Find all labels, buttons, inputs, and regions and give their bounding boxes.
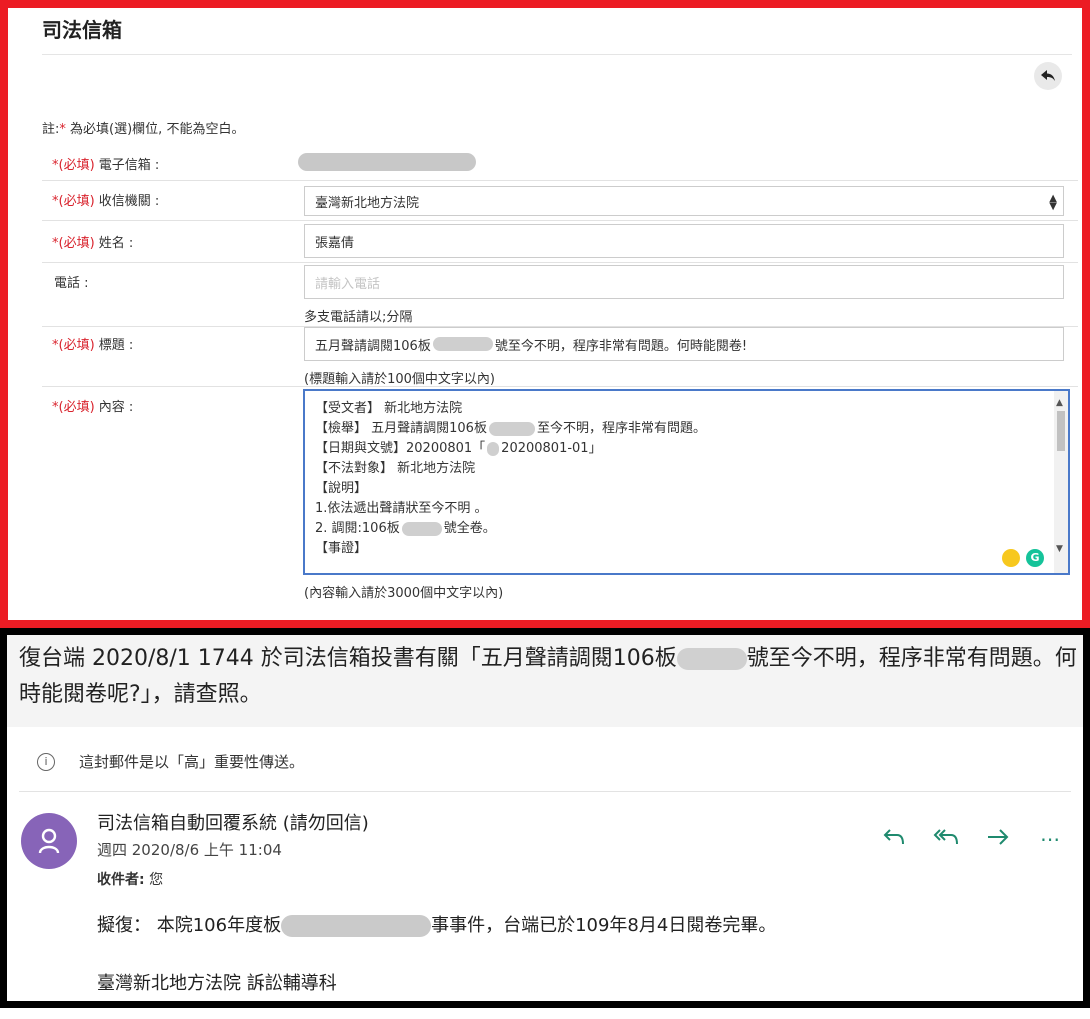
name-input[interactable]: 張嘉倩 bbox=[304, 224, 1064, 258]
reply-email: 復台端 2020/8/1 1744 於司法信箱投書有關「五月聲請調閱106板 號至… bbox=[0, 628, 1090, 1008]
note-star: * bbox=[59, 122, 66, 137]
content-line: 【不法對象】 新北地方法院 bbox=[315, 461, 476, 476]
reply-all-button[interactable] bbox=[931, 827, 961, 852]
forward-button[interactable] bbox=[983, 827, 1013, 852]
select-arrows-icon: ▲ ▼ bbox=[1049, 193, 1057, 212]
redacted-text bbox=[432, 337, 493, 351]
subject-help: (標題輸入請於100個中文字以內) bbox=[304, 372, 495, 387]
content-line: 【檢舉】 五月聲請調閱106板 至今不明，程序非常有問題。 bbox=[315, 421, 706, 436]
mail-divider bbox=[19, 791, 1071, 792]
info-icon: i bbox=[37, 752, 55, 771]
subject-bar: 復台端 2020/8/1 1744 於司法信箱投書有關「五月聲請調閱106板 號至… bbox=[7, 635, 1083, 727]
phone-help: 多支電話請以;分隔 bbox=[304, 310, 413, 325]
note-text: 為必填(選)欄位, 不能為空白。 bbox=[70, 122, 245, 137]
redacted-text bbox=[401, 521, 442, 536]
redacted-text bbox=[281, 915, 432, 937]
agency-select[interactable]: 臺灣新北地方法院 ▲ ▼ bbox=[304, 186, 1064, 216]
reply-icon bbox=[883, 829, 904, 845]
more-button[interactable]: ⋯ bbox=[1035, 827, 1065, 852]
email-subject: 復台端 2020/8/1 1744 於司法信箱投書有關「五月聲請調閱106板 號至… bbox=[19, 646, 1077, 707]
page-title: 司法信箱 bbox=[42, 18, 122, 42]
email-signature: 臺灣新北地方法院 訴訟輔導科 bbox=[97, 973, 337, 994]
row-divider bbox=[42, 220, 1078, 221]
redacted-text bbox=[676, 648, 747, 670]
emoji-icon[interactable] bbox=[1002, 549, 1020, 567]
row-divider bbox=[42, 262, 1078, 263]
redacted-text bbox=[487, 441, 500, 456]
phone-label: 電話 : bbox=[54, 276, 89, 291]
row-divider bbox=[42, 180, 1078, 181]
more-icon: ⋯ bbox=[1040, 827, 1060, 851]
content-label: *(必填) 內容 : bbox=[52, 400, 134, 415]
email-body: 擬復： 本院106年度板 事事件，台端已於109年8月4日閱卷完畢。 bbox=[97, 915, 777, 937]
name-label: *(必填) 姓名 : bbox=[52, 236, 134, 251]
content-line: 【事證】 bbox=[315, 541, 368, 556]
forward-icon bbox=[988, 829, 1009, 845]
grammarly-icon[interactable]: G bbox=[1026, 549, 1044, 567]
textarea-scrollbar[interactable]: ▲ ▼ bbox=[1054, 391, 1068, 573]
email-value-redacted bbox=[298, 153, 476, 171]
title-divider bbox=[42, 54, 1072, 55]
email-label: *(必填) 電子信箱 : bbox=[52, 158, 160, 173]
scroll-up-icon[interactable]: ▲ bbox=[1056, 393, 1063, 413]
sender-name: 司法信箱自動回覆系統 (請勿回信) bbox=[97, 813, 369, 834]
back-arrow-icon bbox=[1041, 70, 1055, 81]
subject-label: *(必填) 標題 : bbox=[52, 338, 134, 353]
sent-date: 週四 2020/8/6 上午 11:04 bbox=[97, 841, 282, 859]
redacted-text bbox=[488, 421, 535, 436]
person-icon bbox=[38, 828, 60, 854]
content-line: 1.依法遞出聲請狀至今不明 。 bbox=[315, 501, 488, 516]
scroll-thumb[interactable] bbox=[1057, 411, 1065, 451]
avatar bbox=[21, 813, 77, 869]
content-help: (內容輸入請於3000個中文字以內) bbox=[304, 586, 504, 601]
recipient-line: 收件者: 您 bbox=[97, 872, 164, 888]
agency-label: *(必填) 收信機關 : bbox=[52, 194, 160, 209]
content-line: 【受文者】 新北地方法院 bbox=[315, 401, 463, 416]
phone-input[interactable]: 請輸入電話 bbox=[304, 265, 1064, 299]
judicial-mailbox-form: 司法信箱 註:* 為必填(選)欄位, 不能為空白。 *(必填) 電子信箱 : *… bbox=[0, 0, 1090, 628]
reply-button[interactable] bbox=[879, 827, 909, 852]
subject-input[interactable]: 五月聲請調閱106板 號至今不明，程序非常有問題。何時能閱卷! bbox=[304, 327, 1064, 361]
importance-notice: i 這封郵件是以「高」重要性傳送。 bbox=[37, 751, 304, 772]
content-line: 【日期與文號】20200801「 20200801-01」 bbox=[315, 441, 602, 456]
content-textarea[interactable]: 【受文者】 新北地方法院 【檢舉】 五月聲請調閱106板 至今不明，程序非常有問題… bbox=[303, 389, 1070, 575]
content-line: 2. 調閱:106板 號全卷。 bbox=[315, 521, 496, 536]
mail-actions: ⋯ bbox=[879, 827, 1065, 852]
back-button[interactable] bbox=[1034, 62, 1062, 90]
required-note: 註:* 為必填(選)欄位, 不能為空白。 bbox=[42, 118, 244, 137]
content-line: 【說明】 bbox=[315, 481, 368, 496]
note-prefix: 註: bbox=[42, 122, 60, 137]
scroll-down-icon[interactable]: ▼ bbox=[1056, 539, 1063, 559]
row-divider bbox=[42, 386, 1078, 387]
reply-all-icon bbox=[933, 829, 958, 845]
